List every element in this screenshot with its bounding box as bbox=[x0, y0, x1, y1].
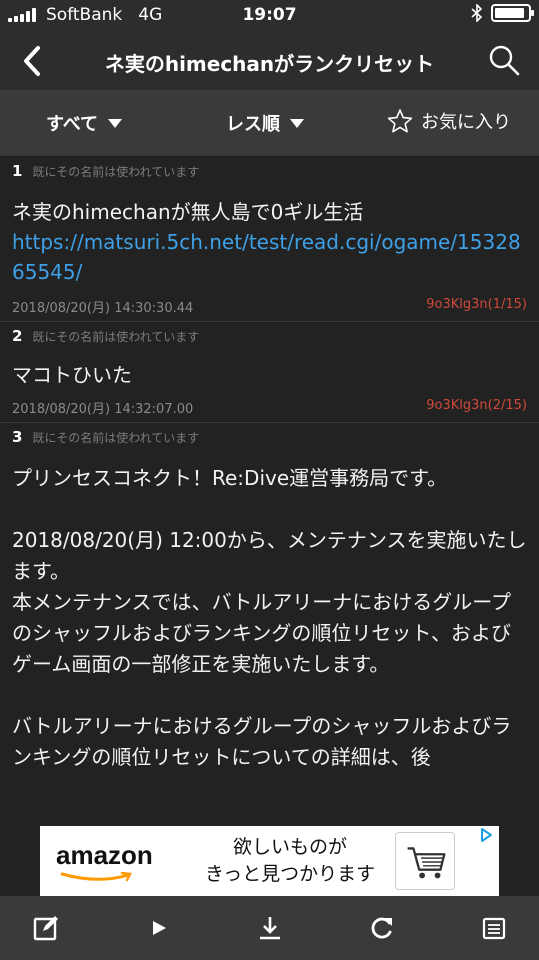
ad-copy: 欲しいものが きっと見つかります bbox=[190, 834, 390, 888]
ad-line-2: きっと見つかります bbox=[204, 863, 376, 885]
download-icon[interactable] bbox=[256, 914, 284, 942]
thread-list: 1 既にその名前は使われています ネ実のhimechanが無人島で0ギル生活 h… bbox=[0, 157, 539, 773]
status-bar: SoftBank 4G 19:07 bbox=[0, 0, 539, 32]
ad-banner[interactable]: amazon 欲しいものが きっと見つかります bbox=[40, 826, 499, 896]
post-2[interactable]: 2 既にその名前は使われています マコトひいた 2018/08/20(月) 14… bbox=[0, 322, 539, 423]
bottom-toolbar bbox=[0, 896, 539, 960]
favorite-button[interactable]: お気に入り bbox=[387, 108, 511, 134]
post-1[interactable]: 1 既にその名前は使われています ネ実のhimechanが無人島で0ギル生活 h… bbox=[0, 157, 539, 322]
post-number[interactable]: 1 bbox=[12, 162, 22, 180]
battery-icon bbox=[491, 4, 534, 22]
post-date: 2018/08/20(月) 14:32:07.00 bbox=[12, 402, 194, 417]
sort-order-dropdown[interactable]: レス順 bbox=[226, 110, 304, 136]
search-icon[interactable] bbox=[487, 43, 521, 77]
star-icon bbox=[387, 109, 413, 133]
menu-icon[interactable] bbox=[480, 914, 508, 942]
cart-icon bbox=[395, 832, 455, 890]
post-number[interactable]: 2 bbox=[12, 327, 22, 345]
page-title: ネ実のhimechanがランクリセット bbox=[104, 52, 435, 76]
poster-id[interactable]: 9o3Klg3n(2/15) bbox=[426, 398, 527, 413]
poster-name: 既にその名前は使われています bbox=[32, 430, 200, 445]
amazon-logo: amazon bbox=[56, 840, 153, 870]
post-body: マコトひいた bbox=[12, 363, 132, 387]
battery-level bbox=[495, 8, 524, 18]
caret-down-icon bbox=[290, 118, 304, 128]
favorite-label: お気に入り bbox=[421, 112, 511, 133]
poster-name: 既にその名前は使われています bbox=[32, 164, 200, 179]
filter-bar: すべて レス順 お気に入り bbox=[0, 90, 539, 157]
adchoices-icon[interactable] bbox=[479, 828, 493, 842]
post-date: 2018/08/20(月) 14:30:30.44 bbox=[12, 301, 194, 316]
post-body: プリンセスコネクト！Re:Dive運営事務局です。 2018/08/20(月) … bbox=[12, 466, 527, 769]
compose-icon[interactable] bbox=[32, 914, 60, 942]
post-number[interactable]: 3 bbox=[12, 428, 22, 446]
filter-all-dropdown[interactable]: すべて bbox=[46, 110, 123, 136]
refresh-icon[interactable] bbox=[368, 914, 396, 942]
nav-bar: ネ実のhimechanがランクリセット bbox=[0, 32, 539, 90]
amazon-smile-icon bbox=[60, 872, 132, 882]
chevron-left-icon[interactable] bbox=[16, 44, 50, 78]
post-3[interactable]: 3 既にその名前は使われています プリンセスコネクト！Re:Dive運営事務局で… bbox=[0, 423, 539, 773]
caret-down-icon bbox=[108, 118, 123, 128]
ad-line-1: 欲しいものが bbox=[232, 836, 347, 858]
poster-name: 既にその名前は使われています bbox=[32, 329, 200, 344]
post-text: ネ実のhimechanが無人島で0ギル生活 bbox=[12, 200, 364, 224]
sort-order-label: レス順 bbox=[226, 114, 280, 135]
filter-all-label: すべて bbox=[46, 114, 99, 135]
play-icon[interactable] bbox=[145, 914, 173, 942]
post-body: ネ実のhimechanが無人島で0ギル生活 https://matsuri.5c… bbox=[12, 185, 527, 287]
poster-id[interactable]: 9o3Klg3n(1/15) bbox=[426, 297, 527, 312]
status-time: 19:07 bbox=[242, 5, 297, 25]
bluetooth-icon bbox=[471, 4, 483, 22]
post-link[interactable]: https://matsuri.5ch.net/test/read.cgi/og… bbox=[12, 230, 521, 284]
